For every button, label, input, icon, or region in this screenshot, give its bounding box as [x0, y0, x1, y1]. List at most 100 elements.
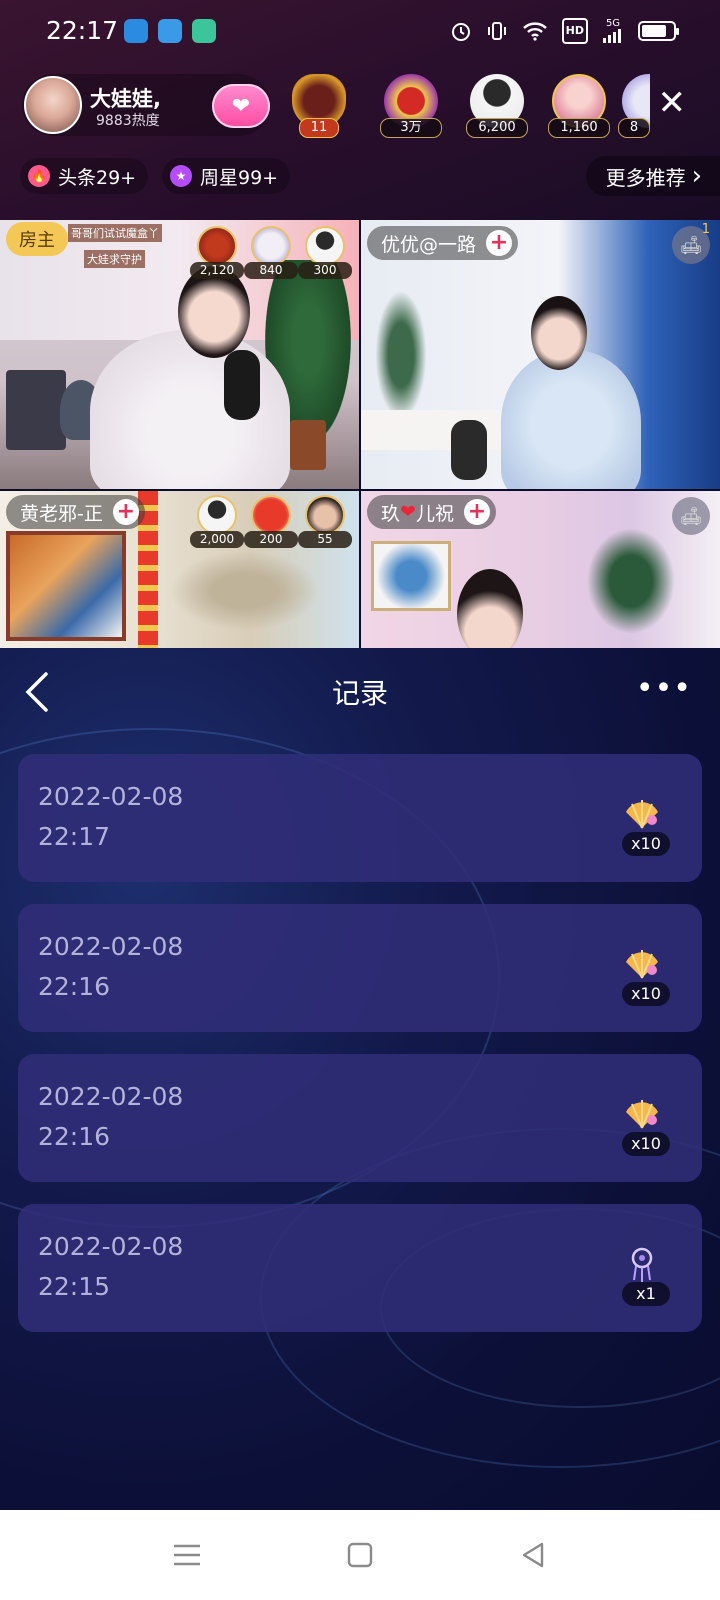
back-triangle-icon[interactable] [516, 1538, 550, 1572]
hd-icon: HD [561, 18, 588, 44]
follow-plus-button[interactable]: + [463, 499, 490, 525]
record-time: 22:15 [38, 1272, 111, 1301]
video-app-icon [124, 19, 148, 43]
video-tile-guest-2[interactable]: 黄老邪-正 + 2,000 200 55 [0, 491, 359, 648]
weekly-star-chip[interactable]: ★ 周星99+ [162, 158, 291, 194]
guest-name: 优优@一路 [381, 233, 477, 256]
close-icon[interactable]: ✕ [658, 86, 687, 120]
signal-5g-icon: 5G [602, 18, 624, 44]
video-tile-host[interactable]: 房主 哥哥们试试魔盒丫 大娃求守护 2,120 840 300 [0, 220, 359, 489]
guard-count: 11 [299, 118, 339, 138]
chevron-right-icon: › [691, 161, 702, 191]
gifter-amount: 840 [244, 262, 298, 279]
record-date: 2022-02-08 [38, 932, 184, 961]
mvp-badge-icon [197, 226, 237, 266]
cloud-app-icon [158, 19, 182, 43]
record-item: 2022-02-08 22:15 x1 [18, 1204, 702, 1332]
gifter-amount: 300 [298, 262, 352, 279]
star-icon: ★ [170, 165, 192, 187]
overlay-text: 哥哥们试试魔盒丫 [68, 224, 162, 242]
live-room-header: 22:17 HD 5G 大娃娃, 9883热度 ❤ 11 3万 6,200 1,… [0, 0, 720, 220]
network-type-label: 5G [605, 18, 621, 29]
viewer-count: 8 [618, 118, 650, 138]
headline-chip[interactable]: 🔥 头条29+ [20, 158, 149, 194]
records-panel: 记录 ••• 2022-02-08 22:17 x10 2022-02-08 2… [0, 648, 720, 1510]
gifter-amount: 200 [244, 531, 298, 548]
guard-badge[interactable]: 11 [288, 70, 350, 140]
seat-count: 1 [701, 222, 710, 237]
top-gifter[interactable]: 2,120 [190, 226, 244, 282]
follow-heart-button[interactable]: ❤ [212, 84, 270, 128]
record-quantity: x10 [622, 982, 670, 1006]
status-time: 22:17 [46, 16, 119, 45]
gifter-amount: 2,000 [190, 531, 244, 548]
shell-gift-icon [626, 950, 658, 979]
guest-name-group: 玖 ❤ 儿祝 [381, 499, 454, 526]
home-icon[interactable] [343, 1538, 377, 1572]
status-bar: 22:17 HD 5G [0, 0, 720, 64]
top-gifter[interactable]: 2,000 [190, 495, 244, 551]
record-date: 2022-02-08 [38, 782, 184, 811]
host-role-badge: 房主 [6, 222, 68, 256]
gifter-amount: 2,120 [190, 262, 244, 279]
battery-icon [638, 21, 679, 41]
streamer-head [457, 569, 523, 648]
host-avatar[interactable] [24, 76, 82, 134]
guest-name-tag[interactable]: 优优@一路 + [367, 226, 519, 260]
top-gifter[interactable]: 300 [298, 226, 352, 282]
follow-plus-button[interactable]: + [112, 499, 139, 525]
more-recommend-button[interactable]: 更多推荐 › [585, 156, 720, 196]
guest-name: 黄老邪-正 [20, 502, 103, 525]
seat-sofa-icon[interactable]: 🛋 [672, 497, 710, 535]
viewer-avatar[interactable]: 3万 [380, 70, 442, 140]
menu-icon[interactable] [170, 1538, 204, 1572]
host-heat: 9883热度 [96, 113, 160, 129]
heart-icon: ❤ [231, 93, 251, 119]
record-item: 2022-02-08 22:16 x10 [18, 904, 702, 1032]
flame-icon: 🔥 [28, 165, 50, 187]
more-recommend-label: 更多推荐 [605, 165, 686, 190]
viewer-avatar[interactable]: 6,200 [466, 70, 528, 140]
record-time: 22:17 [38, 822, 111, 851]
record-item: 2022-02-08 22:17 x10 [18, 754, 702, 882]
headline-label: 头条29+ [58, 166, 137, 189]
shell-gift-icon [626, 800, 658, 829]
follow-plus-button[interactable]: + [486, 230, 513, 256]
viewer-count: 3万 [380, 118, 442, 138]
book-app-icon [192, 19, 216, 43]
dreamcatcher-gift-icon [631, 1247, 653, 1282]
record-quantity: x1 [622, 1282, 670, 1306]
record-item: 2022-02-08 22:16 x10 [18, 1054, 702, 1182]
video-tile-guest-1[interactable]: 优优@一路 + 🛋 1 [361, 220, 720, 489]
gifter-pic [305, 495, 345, 535]
top-gifter[interactable]: 200 [244, 495, 298, 551]
guest-name-tag[interactable]: 黄老邪-正 + [6, 495, 145, 529]
weekly-star-label: 周星99+ [200, 166, 279, 189]
guest-name-tag[interactable]: 玖 ❤ 儿祝 + [367, 495, 496, 529]
record-quantity: x10 [622, 1132, 670, 1156]
top-gifter[interactable]: 840 [244, 226, 298, 282]
gifter-pic [251, 495, 291, 535]
viewer-count: 6,200 [466, 118, 528, 138]
alarm-icon [450, 18, 472, 44]
viewer-avatar[interactable]: 1,160 [548, 70, 610, 140]
record-quantity: x10 [622, 832, 670, 856]
overlay-text: 大娃求守护 [84, 250, 145, 268]
host-name: 大娃娃, [90, 87, 161, 111]
viewer-avatar[interactable]: 8 [618, 70, 650, 140]
gifter-pic [251, 226, 291, 266]
system-navigation-bar [0, 1510, 720, 1600]
heart-icon: ❤ [400, 501, 416, 523]
more-options-icon[interactable]: ••• [636, 674, 692, 704]
vibrate-icon [486, 18, 508, 44]
record-time: 22:16 [38, 1122, 111, 1151]
guest-name-suffix: 儿祝 [415, 502, 454, 525]
gifter-amount: 55 [298, 531, 352, 548]
streamer-figure [501, 350, 641, 489]
record-date: 2022-02-08 [38, 1082, 184, 1111]
record-time: 22:16 [38, 972, 111, 1001]
viewer-count: 1,160 [548, 118, 610, 138]
streamer-head [531, 296, 587, 370]
video-tile-guest-3[interactable]: 玖 ❤ 儿祝 + 🛋 [361, 491, 720, 648]
top-gifter[interactable]: 55 [298, 495, 352, 551]
